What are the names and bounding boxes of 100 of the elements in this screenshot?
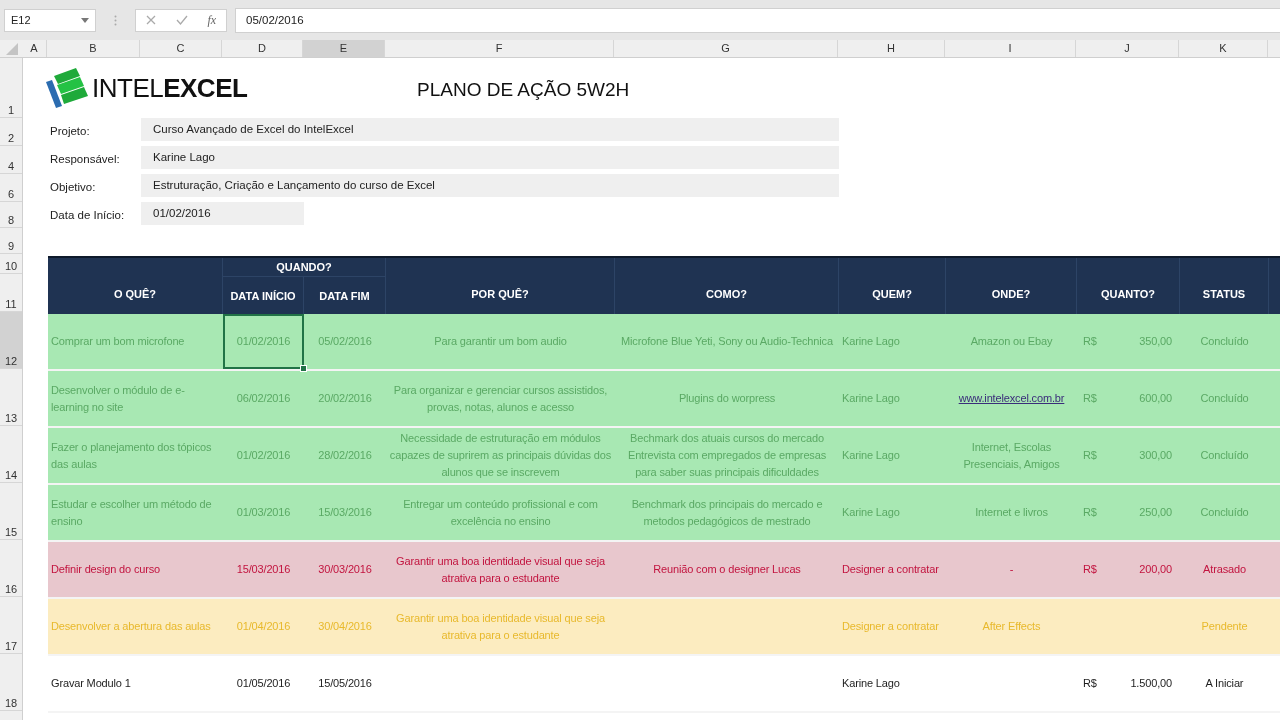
sheet-title: PLANO DE AÇÃO 5W2H: [417, 78, 631, 101]
table-cell-text: 06/02/2016: [236, 391, 291, 406]
table-cell-text: Benchmark dos principais do mercado e metodos pedagógicos de mestrado: [630, 496, 824, 529]
table-cell-text: Comprar um bom microfone: [51, 334, 185, 349]
row-header[interactable]: 18: [0, 654, 22, 711]
table-cell-text: Internet, Escolas Presenciais, Amigos: [962, 439, 1061, 472]
row-header[interactable]: 15: [0, 483, 22, 540]
status-label: Concluído: [1200, 505, 1249, 520]
row-header[interactable]: 14: [0, 426, 22, 483]
table-cell-text: 01/03/2016: [236, 505, 291, 520]
table-cell-text: Definir design do curso: [51, 562, 161, 577]
table-cell-text: After Effects: [982, 619, 1041, 634]
currency-label: R$: [1083, 505, 1097, 520]
table-cell-text: Reunião com o designer Lucas: [653, 562, 801, 577]
table-cell-text: Para organizar e gerenciar cursos assistidos, provas, notas, alunos e acesso: [392, 382, 609, 415]
currency-label: R$: [1083, 676, 1097, 691]
field-label: Objetivo:: [49, 180, 97, 195]
logo-text: INTELEXCEL: [92, 72, 248, 104]
table-cell-text: 30/03/2016: [318, 562, 372, 577]
table-cell-text: Para garantir um bom audio: [434, 334, 567, 349]
table-cell-text: 01/02/2016: [236, 334, 291, 349]
table-cell-text: 28/02/2016: [318, 448, 372, 463]
field-label: Data de Início:: [49, 208, 126, 223]
table-cell-text: 15/03/2016: [236, 562, 291, 577]
status-label: Pendente: [1201, 619, 1248, 634]
row-header[interactable]: 13: [0, 369, 22, 426]
column-header[interactable]: F: [385, 40, 614, 57]
amount-value: 250,00: [1139, 505, 1172, 520]
table-cell-text: Designer a contratar: [842, 619, 939, 634]
row-header[interactable]: 6: [0, 174, 22, 202]
function-button[interactable]: fx: [207, 12, 217, 28]
table-cell-text: Desenvolver o módulo de e-learning no site: [51, 382, 186, 415]
info-field[interactable]: Karine Lago: [141, 146, 839, 169]
table-cell-text: 01/04/2016: [236, 619, 291, 634]
column-header[interactable]: E: [303, 40, 385, 57]
amount-value: 600,00: [1139, 391, 1172, 406]
column-header[interactable]: J: [1076, 40, 1179, 57]
column-header[interactable]: A: [22, 40, 47, 57]
table-cell-text: Estudar e escolher um método de ensino: [51, 496, 213, 529]
currency-label: R$: [1083, 334, 1097, 349]
amount-value: 1.500,00: [1130, 676, 1172, 691]
status-label: Atrasado: [1203, 562, 1246, 577]
table-cell-text: 15/05/2016: [318, 676, 372, 691]
row-header[interactable]: 16: [0, 540, 22, 597]
info-field[interactable]: 01/02/2016: [141, 202, 304, 225]
column-header[interactable]: B: [47, 40, 140, 57]
table-cell-text: -: [1009, 562, 1014, 577]
row-header[interactable]: 8: [0, 202, 22, 228]
column-title: DATA INÍCIO: [223, 277, 304, 314]
currency-label: R$: [1083, 448, 1097, 463]
column-header[interactable]: I: [945, 40, 1076, 57]
column-header[interactable]: G: [614, 40, 838, 57]
info-field[interactable]: Curso Avançado de Excel do IntelExcel: [141, 118, 839, 141]
table-cell-text: 05/02/2016: [318, 334, 372, 349]
table-cell-text: Garantir uma boa identidade visual que seja atrativa para o estudante: [395, 553, 606, 586]
row-header[interactable]: 12: [0, 312, 22, 369]
row-header[interactable]: 17: [0, 597, 22, 654]
table-cell-text: 01/02/2016: [236, 448, 291, 463]
amount-value: 350,00: [1139, 334, 1172, 349]
row-header[interactable]: 4: [0, 146, 22, 174]
column-header[interactable]: H: [838, 40, 945, 57]
column-title: QUANDO?: [223, 258, 386, 277]
table-cell-text: Garantir uma boa identidade visual que seja atrativa para o estudante: [395, 610, 606, 643]
table-cell-text: Karine Lago: [842, 505, 900, 520]
table-cell-text: Karine Lago: [842, 448, 900, 463]
table-cell-text: Karine Lago: [842, 334, 900, 349]
table-cell-text: Plugins do worpress: [678, 391, 776, 406]
row-header[interactable]: 1: [0, 58, 22, 118]
name-box[interactable]: E12: [4, 8, 96, 32]
table-cell-text: Designer a contratar: [842, 562, 939, 577]
info-field[interactable]: Estruturação, Criação e Lançamento do curso de Excel: [141, 174, 839, 197]
table-cell-text: Fazer o planejamento dos tópicos das aulas: [51, 439, 213, 472]
status-label: A Iniciar: [1205, 676, 1244, 691]
row-header[interactable]: 2: [0, 118, 22, 146]
table-cell-text: Entregar um conteúdo profissional e com excelência no ensino: [402, 496, 599, 529]
cancel-icon[interactable]: [145, 15, 156, 25]
column-header[interactable]: K: [1179, 40, 1268, 57]
table-cell-text: 20/02/2016: [318, 391, 372, 406]
row-header[interactable]: 10: [0, 254, 22, 274]
currency-label: R$: [1083, 562, 1097, 577]
amount-value: 300,00: [1139, 448, 1172, 463]
field-label: Responsável:: [49, 152, 121, 167]
column-header[interactable]: C: [140, 40, 222, 57]
currency-label: R$: [1083, 391, 1097, 406]
table-cell-text: Gravar Modulo 1: [51, 676, 131, 691]
logo-icon: [46, 68, 90, 108]
check-icon[interactable]: [175, 15, 188, 25]
table-cell-text: 15/03/2016: [318, 505, 372, 520]
row-header[interactable]: 9: [0, 228, 22, 254]
field-label: Projeto:: [49, 124, 91, 139]
fill-handle[interactable]: [300, 365, 307, 372]
status-label: Concluído: [1200, 448, 1249, 463]
table-cell-text: Amazon ou Ebay: [970, 334, 1053, 349]
status-label: Concluído: [1200, 391, 1249, 406]
amount-value: 200,00: [1139, 562, 1172, 577]
table-cell-text: Karine Lago: [842, 676, 900, 691]
formula-field[interactable]: 05/02/2016: [235, 7, 1280, 33]
table-cell-text: Bechmark dos atuais cursos do mercado Entrevista com empregados de empresas para saber suas principais dificuldades: [626, 431, 828, 480]
table-cell-text: 30/04/2016: [318, 619, 372, 634]
website-link[interactable]: www.intelexcel.com.br: [958, 390, 1065, 407]
